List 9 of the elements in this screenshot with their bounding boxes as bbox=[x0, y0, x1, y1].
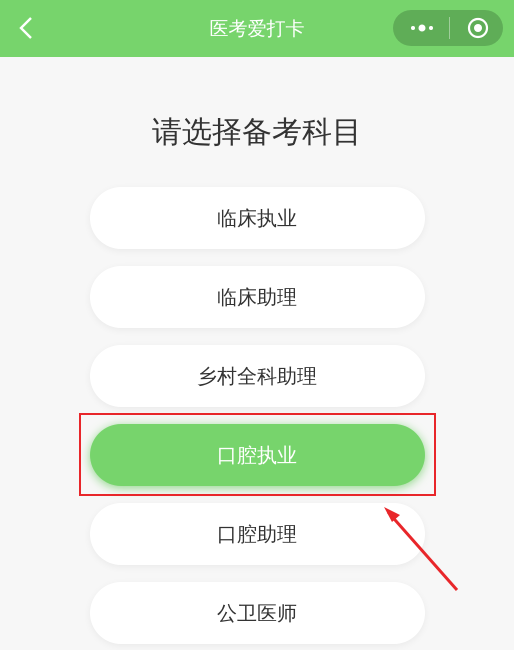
subject-button[interactable]: 口腔助理 bbox=[90, 503, 424, 565]
heading: 请选择备考科目 bbox=[152, 114, 362, 152]
page-title: 医考爱打卡 bbox=[208, 17, 306, 42]
back-icon[interactable] bbox=[18, 16, 34, 40]
subject-button[interactable]: 公卫医师 bbox=[90, 582, 424, 644]
subject-button[interactable]: 临床助理 bbox=[90, 266, 424, 328]
more-icon[interactable] bbox=[410, 24, 434, 32]
subject-button[interactable]: 临床执业 bbox=[90, 187, 424, 249]
subject-button[interactable]: 乡村全科助理 bbox=[90, 345, 424, 407]
